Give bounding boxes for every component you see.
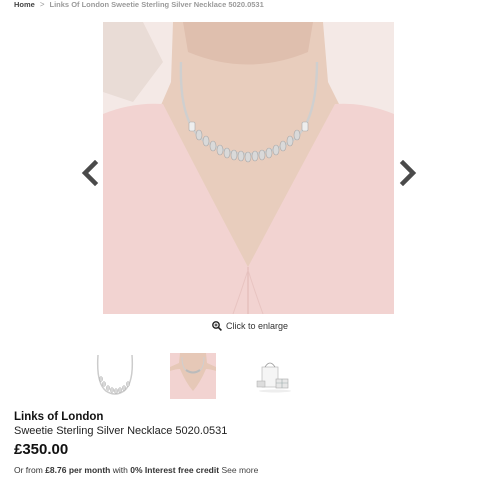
product-price: £350.00 (14, 441, 69, 458)
product-title: Sweetie Sterling Silver Necklace 5020.05… (14, 425, 228, 437)
finance-monthly-amount: £8.76 per month (45, 465, 111, 475)
breadcrumb-current-page: Links Of London Sweetie Sterling Silver … (49, 0, 264, 9)
breadcrumb-home-link[interactable]: Home (14, 0, 35, 9)
finance-with: with (112, 465, 128, 475)
chevron-right-icon (399, 159, 417, 187)
click-to-enlarge-button[interactable]: Click to enlarge (212, 321, 288, 331)
breadcrumb: Home > Links Of London Sweetie Sterling … (14, 0, 264, 10)
necklace-flat-thumbnail-image (92, 353, 138, 399)
thumbnail-necklace-worn[interactable] (170, 353, 216, 399)
enlarge-label: Click to enlarge (226, 321, 289, 331)
main-product-image[interactable] (103, 22, 394, 314)
finance-prefix: Or from (14, 465, 43, 475)
thumbnail-gift-packaging[interactable] (252, 353, 298, 399)
gift-packaging-thumbnail-image (252, 353, 298, 399)
necklace-worn-photo (103, 22, 394, 314)
product-brand[interactable]: Links of London (14, 411, 103, 423)
breadcrumb-separator: > (39, 0, 45, 9)
thumbnail-necklace-flat[interactable] (92, 353, 138, 399)
necklace-worn-thumbnail-image (170, 353, 216, 399)
finance-info: Or from £8.76 per month with 0% Interest… (14, 465, 258, 475)
thumbnail-strip (0, 353, 500, 401)
see-more-link[interactable]: See more (221, 465, 258, 475)
previous-image-button[interactable] (79, 159, 101, 187)
zoom-in-icon (212, 321, 222, 331)
next-image-button[interactable] (397, 159, 419, 187)
finance-interest-label: 0% Interest free credit (130, 465, 220, 475)
chevron-left-icon (81, 159, 99, 187)
